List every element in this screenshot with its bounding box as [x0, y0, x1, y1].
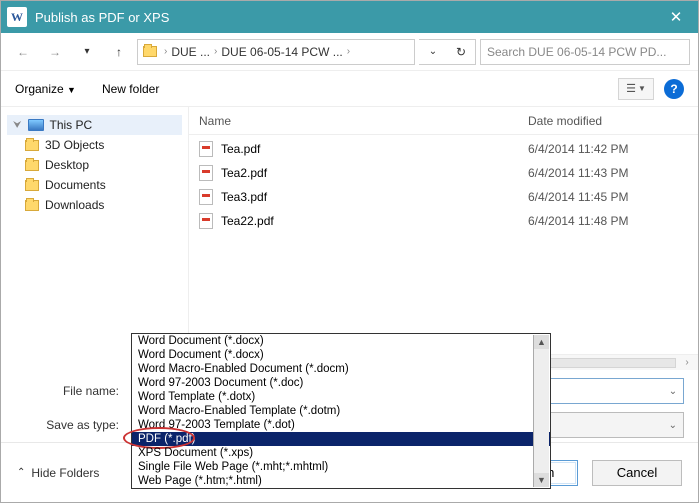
breadcrumb-buttons: ⌄ ↻ [419, 39, 476, 65]
tree-item-label: Documents [45, 178, 106, 192]
file-name: Tea2.pdf [221, 166, 267, 180]
dropdown-scrollbar[interactable]: ▲▼ [533, 335, 549, 487]
new-folder-button[interactable]: New folder [102, 82, 159, 96]
tree-item-label: This PC [50, 118, 93, 132]
breadcrumb-part[interactable]: DUE ... [171, 45, 210, 59]
tree-item[interactable]: Documents [7, 175, 182, 195]
savetype-option[interactable]: Single File Web Page (*.mht;*.mhtml) [132, 460, 550, 474]
tree-this-pc[interactable]: ⮟ This PC [7, 115, 182, 135]
scroll-right-icon[interactable]: › [680, 357, 694, 368]
file-list: Name Date modified Tea.pdf 6/4/2014 11:4… [189, 107, 698, 370]
word-icon: W [7, 7, 27, 27]
close-button[interactable]: ✕ [654, 1, 698, 33]
table-row[interactable]: Tea22.pdf 6/4/2014 11:48 PM [189, 209, 698, 233]
dialog-window: W Publish as PDF or XPS ✕ ← → ▾ ↑ › DUE … [0, 0, 699, 503]
folder-icon [25, 140, 39, 151]
search-box[interactable] [480, 39, 690, 65]
tree-item-label: Desktop [45, 158, 89, 172]
tree-item-label: 3D Objects [45, 138, 104, 152]
content-area: ⮟ This PC 3D Objects Desktop Documents D… [1, 107, 698, 370]
folder-icon [142, 44, 158, 60]
nav-forward-button[interactable]: → [41, 39, 69, 65]
refresh-button[interactable]: ↻ [447, 40, 475, 64]
list-header[interactable]: Name Date modified [189, 107, 698, 135]
titlebar: W Publish as PDF or XPS ✕ [1, 1, 698, 33]
column-name[interactable]: Name [199, 114, 528, 128]
savetype-label: Save as type: [15, 418, 125, 432]
savetype-option[interactable]: Word Macro-Enabled Template (*.dotm) [132, 404, 550, 418]
nav-recent-button[interactable]: ▾ [73, 39, 101, 65]
caret-right-icon: ⮟ [13, 120, 22, 131]
pdf-icon [199, 213, 213, 229]
file-date: 6/4/2014 11:42 PM [528, 142, 698, 156]
savetype-option[interactable]: Web Page (*.htm;*.html) [132, 474, 550, 488]
savetype-option[interactable]: XPS Document (*.xps) [132, 446, 550, 460]
chevron-right-icon: › [345, 46, 352, 57]
scroll-up-icon[interactable]: ▲ [534, 335, 549, 349]
savetype-option[interactable]: Word Document (*.docx) [132, 334, 550, 348]
hide-folders-button[interactable]: ⌃ Hide Folders [17, 466, 99, 480]
savetype-dropdown[interactable]: Word Document (*.docx)Word Document (*.d… [131, 333, 551, 489]
file-name: Tea22.pdf [221, 214, 274, 228]
nav-back-button[interactable]: ← [9, 39, 37, 65]
pdf-icon [199, 189, 213, 205]
pdf-icon [199, 141, 213, 157]
chevron-right-icon: › [162, 46, 169, 57]
file-date: 6/4/2014 11:48 PM [528, 214, 698, 228]
nav-row: ← → ▾ ↑ › DUE ... › DUE 06-05-14 PCW ...… [1, 33, 698, 71]
column-date[interactable]: Date modified [528, 114, 698, 128]
tree-item[interactable]: Downloads [7, 195, 182, 215]
file-date: 6/4/2014 11:43 PM [528, 166, 698, 180]
chevron-up-icon: ⌃ [17, 467, 25, 478]
file-date: 6/4/2014 11:45 PM [528, 190, 698, 204]
hide-folders-label: Hide Folders [31, 466, 99, 480]
savetype-option[interactable]: Word 97-2003 Document (*.doc) [132, 376, 550, 390]
search-input[interactable] [487, 45, 683, 59]
chevron-down-icon: ▼ [638, 84, 646, 93]
chevron-right-icon: › [212, 46, 219, 57]
cancel-button[interactable]: Cancel [592, 460, 682, 486]
chevron-down-icon[interactable]: ⌄ [663, 386, 683, 397]
file-name: Tea.pdf [221, 142, 260, 156]
chevron-down-icon: ▼ [67, 85, 76, 95]
tree-item-label: Downloads [45, 198, 104, 212]
savetype-option[interactable]: Word 97-2003 Template (*.dot) [132, 418, 550, 432]
table-row[interactable]: Tea.pdf 6/4/2014 11:42 PM [189, 137, 698, 161]
window-title: Publish as PDF or XPS [35, 10, 654, 25]
view-options-button[interactable]: ☰ ▼ [618, 78, 654, 100]
folder-icon [25, 180, 39, 191]
file-name: Tea3.pdf [221, 190, 267, 204]
savetype-option[interactable]: Word Document (*.docx) [132, 348, 550, 362]
savetype-option[interactable]: PDF (*.pdf) [132, 432, 550, 446]
chevron-down-icon[interactable]: ⌄ [669, 420, 677, 431]
organize-row: Organize ▼ New folder ☰ ▼ ? [1, 71, 698, 107]
savetype-option[interactable]: Word Macro-Enabled Document (*.docm) [132, 362, 550, 376]
table-row[interactable]: Tea3.pdf 6/4/2014 11:45 PM [189, 185, 698, 209]
table-row[interactable]: Tea2.pdf 6/4/2014 11:43 PM [189, 161, 698, 185]
pdf-icon [199, 165, 213, 181]
organize-menu[interactable]: Organize ▼ [15, 82, 76, 96]
nav-tree[interactable]: ⮟ This PC 3D Objects Desktop Documents D… [1, 107, 189, 370]
pc-icon [28, 119, 44, 131]
scroll-down-icon[interactable]: ▼ [534, 473, 549, 487]
help-button[interactable]: ? [664, 79, 684, 99]
savetype-option[interactable]: Word Template (*.dotx) [132, 390, 550, 404]
list-body[interactable]: Tea.pdf 6/4/2014 11:42 PM Tea2.pdf 6/4/2… [189, 135, 698, 354]
folder-icon [25, 160, 39, 171]
breadcrumb-dropdown-button[interactable]: ⌄ [419, 40, 447, 64]
tree-item[interactable]: 3D Objects [7, 135, 182, 155]
breadcrumb[interactable]: › DUE ... › DUE 06-05-14 PCW ... › [137, 39, 415, 65]
tree-item[interactable]: Desktop [7, 155, 182, 175]
folder-icon [25, 200, 39, 211]
breadcrumb-part[interactable]: DUE 06-05-14 PCW ... [221, 45, 342, 59]
nav-up-button[interactable]: ↑ [105, 39, 133, 65]
filename-label: File name: [15, 384, 125, 398]
